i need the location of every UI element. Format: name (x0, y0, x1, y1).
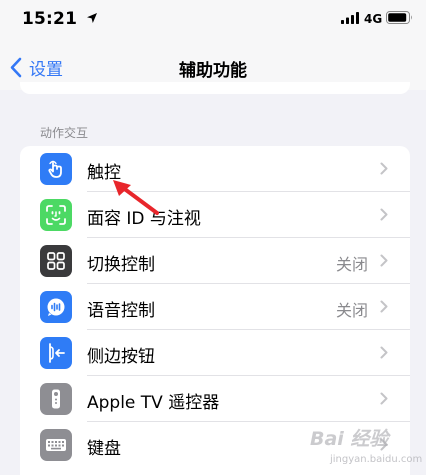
side-button-icon (40, 337, 72, 369)
status-bar: 15:21 4G (0, 0, 426, 40)
face-id-icon (40, 199, 72, 231)
section-header: 动作交互 (40, 126, 89, 140)
chevron-right-icon (380, 300, 388, 313)
voice-control-icon (40, 291, 72, 323)
keyboard-icon (40, 429, 72, 461)
signal-bars-icon (341, 12, 359, 24)
interaction-settings-group: 触控 面容 ID 与注视 切换控制 关闭 语音控制 关闭 侧边按钮 Apple … (20, 146, 410, 475)
annotation-arrow-icon (113, 180, 159, 215)
settings-row-label: 键盘 (87, 439, 121, 459)
previous-group-edge (20, 82, 410, 94)
settings-row-label: 切换控制 (87, 255, 155, 275)
settings-row-touch[interactable]: 触控 (20, 146, 410, 192)
settings-row-face-id[interactable]: 面容 ID 与注视 (20, 192, 410, 238)
chevron-right-icon (380, 162, 388, 175)
settings-row-label: 侧边按钮 (87, 347, 155, 367)
chevron-right-icon (380, 392, 388, 405)
network-type: 4G (364, 12, 383, 26)
location-arrow-icon (87, 13, 97, 23)
settings-row-value: 关闭 (335, 255, 368, 274)
chevron-right-icon (380, 254, 388, 267)
chevron-right-icon (380, 208, 388, 221)
settings-row-voice-control[interactable]: 语音控制 关闭 (20, 284, 410, 330)
apple-tv-remote-icon (40, 383, 72, 415)
chevron-right-icon (380, 346, 388, 359)
settings-row-apple-tv-remote[interactable]: Apple TV 遥控器 (20, 376, 410, 422)
status-time: 15:21 (22, 9, 78, 29)
settings-row-label: 语音控制 (87, 301, 155, 321)
settings-row-switch-control[interactable]: 切换控制 关闭 (20, 238, 410, 284)
settings-row-label: Apple TV 遥控器 (87, 393, 220, 413)
page-title: 辅助功能 (179, 61, 247, 81)
switch-control-icon (40, 245, 72, 277)
touch-hand-icon (40, 153, 72, 185)
settings-row-keyboard[interactable]: 键盘 (20, 422, 410, 468)
settings-row-value: 关闭 (335, 301, 368, 320)
battery-icon (386, 11, 412, 24)
settings-row-side-button[interactable]: 侧边按钮 (20, 330, 410, 376)
chevron-right-icon (380, 438, 388, 451)
